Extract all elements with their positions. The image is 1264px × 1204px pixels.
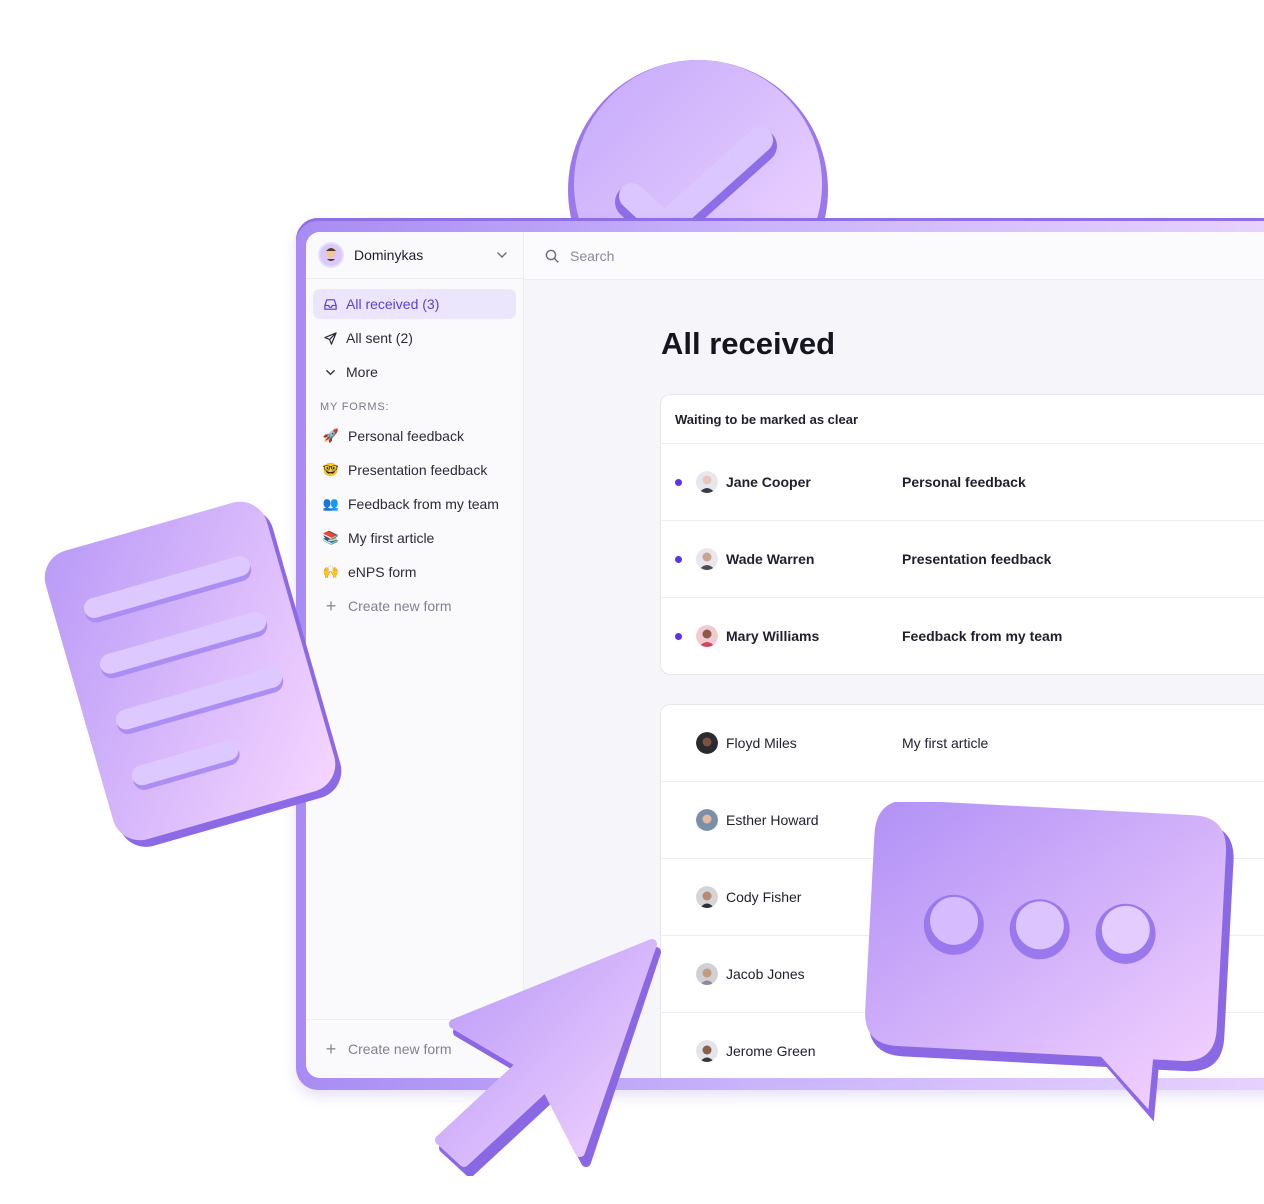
waiting-card: Waiting to be marked as clear Jane Coope… — [660, 394, 1264, 675]
person-name: Jerome Green — [726, 1043, 816, 1059]
rocket-icon: 🚀 — [322, 428, 340, 443]
form-item-personal-feedback[interactable]: 🚀 Personal feedback — [306, 421, 523, 451]
avatar — [696, 732, 718, 754]
nerd-face-icon: 🤓 — [322, 462, 340, 477]
person-name: Jane Cooper — [726, 474, 811, 490]
checkmark-badge-decoration — [564, 56, 832, 236]
main-nav: All received (3) All sent (2) More — [306, 279, 523, 387]
nav-item-more[interactable]: More — [313, 357, 516, 387]
chevron-down-icon[interactable] — [495, 248, 509, 262]
avatar — [696, 1040, 718, 1062]
form-item-label: Presentation feedback — [348, 462, 488, 478]
nav-item-label: All received (3) — [346, 296, 440, 312]
form-item-presentation-feedback[interactable]: 🤓 Presentation feedback — [306, 455, 523, 485]
search-icon — [545, 249, 559, 263]
nav-item-label: All sent (2) — [346, 330, 413, 346]
person-name: Floyd Miles — [726, 735, 797, 751]
avatar — [696, 471, 718, 493]
table-row[interactable]: Wade Warren Presentation feedback — [661, 521, 1264, 598]
create-new-form-label: Create new form — [348, 598, 452, 614]
chevron-down-icon — [322, 364, 338, 380]
table-row[interactable]: Jane Cooper Personal feedback — [661, 444, 1264, 521]
avatar — [696, 809, 718, 831]
person-name: Wade Warren — [726, 551, 815, 567]
search-bar — [524, 232, 1264, 280]
search-input[interactable] — [568, 246, 872, 265]
cursor-decoration — [434, 936, 674, 1176]
section-title-my-forms: MY FORMS: — [320, 401, 390, 413]
person-name: Jacob Jones — [726, 966, 805, 982]
avatar — [696, 963, 718, 985]
unread-dot — [675, 555, 682, 563]
avatar — [696, 886, 718, 908]
form-name: Personal feedback — [902, 474, 1026, 490]
page-title: All received — [661, 326, 836, 361]
nav-item-all-sent[interactable]: All sent (2) — [313, 323, 516, 353]
form-item-label: Feedback from my team — [348, 496, 499, 512]
form-name: Feedback from my team — [902, 628, 1063, 644]
nav-item-label: More — [346, 364, 378, 380]
avatar — [696, 625, 718, 647]
chat-bubble-decoration — [862, 802, 1242, 1132]
person-name: Mary Williams — [726, 628, 820, 644]
inbox-icon — [322, 296, 338, 312]
send-icon — [322, 330, 338, 346]
unread-dot — [675, 478, 682, 486]
avatar — [318, 242, 344, 268]
person-name: Cody Fisher — [726, 889, 802, 905]
account-switcher[interactable]: Dominykas — [306, 232, 523, 279]
form-item-label: Personal feedback — [348, 428, 464, 444]
form-name: Presentation feedback — [902, 551, 1052, 567]
person-name: Esther Howard — [726, 812, 819, 828]
unread-dot — [675, 632, 682, 640]
table-row[interactable]: Mary Williams Feedback from my team — [661, 598, 1264, 674]
form-name: My first article — [902, 735, 989, 751]
form-item-label: My first article — [348, 530, 435, 546]
waiting-card-header: Waiting to be marked as clear — [661, 395, 1264, 444]
plus-icon: + — [325, 1039, 337, 1059]
document-decoration — [28, 484, 360, 864]
table-row[interactable]: Floyd Miles My first article — [661, 705, 1264, 782]
avatar — [696, 548, 718, 570]
account-name: Dominykas — [354, 247, 424, 263]
nav-item-all-received[interactable]: All received (3) — [313, 289, 516, 319]
